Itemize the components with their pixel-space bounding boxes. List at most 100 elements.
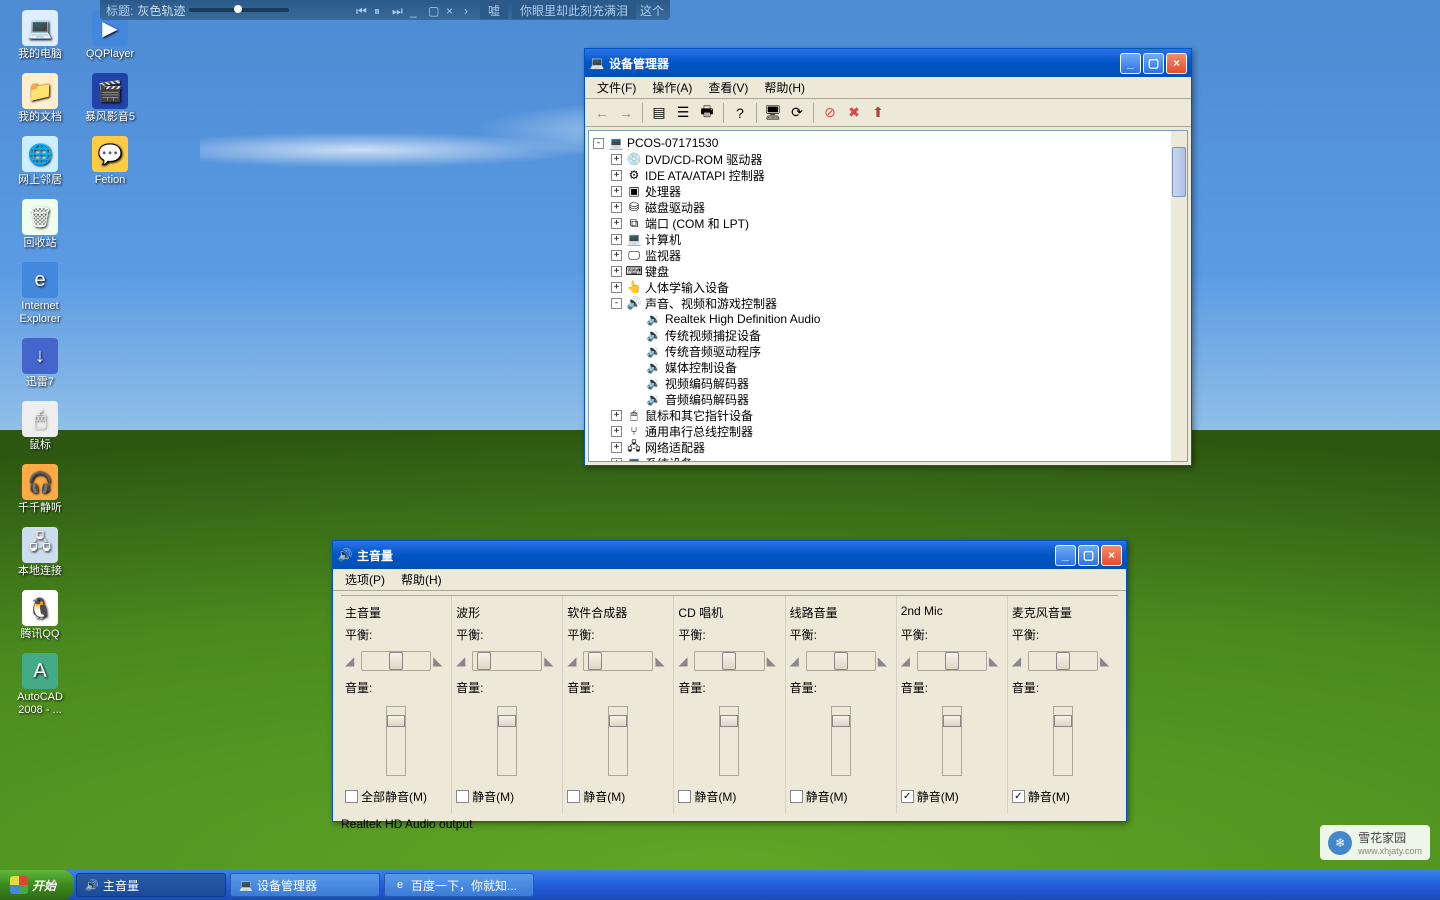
expand-icon[interactable]: + (611, 202, 622, 213)
tree-item[interactable]: +⚙IDE ATA/ATAPI 控制器 (591, 167, 1185, 183)
close-button[interactable]: × (1101, 545, 1122, 566)
balance-thumb[interactable] (722, 652, 736, 670)
volume-slider[interactable] (831, 706, 851, 776)
balance-thumb[interactable] (945, 652, 959, 670)
balance-thumb[interactable] (834, 652, 848, 670)
expand-icon[interactable]: + (611, 458, 622, 463)
tree-item[interactable]: +🖧网络适配器 (591, 439, 1185, 455)
desktop-icon-tencent-qq[interactable]: 🐧腾讯QQ (8, 590, 72, 641)
expand-icon[interactable]: + (611, 266, 622, 277)
minimize-button[interactable]: _ (1120, 53, 1141, 74)
disable-icon[interactable]: ⊘ (819, 102, 841, 124)
desktop-icon-baofeng[interactable]: 🎬暴风影音5 (78, 73, 142, 124)
tree-item[interactable]: +🖵监视器 (591, 247, 1185, 263)
expand-icon[interactable]: + (611, 250, 622, 261)
desktop-icon-my-documents[interactable]: 📁我的文档 (8, 73, 72, 124)
desktop-icon-my-computer[interactable]: 💻我的电脑 (8, 10, 72, 61)
mute-checkbox[interactable] (678, 790, 691, 803)
menu-item[interactable]: 查看(V) (700, 77, 756, 98)
tree-sound-child[interactable]: 🔉Realtek High Definition Audio (591, 311, 1185, 327)
volume-slider[interactable] (942, 706, 962, 776)
desktop-icon-network-places[interactable]: 🌐网上邻居 (8, 136, 72, 187)
scan-icon[interactable]: 🖥 (762, 102, 784, 124)
pause-icon[interactable]: ⏸ (374, 4, 386, 16)
devmgr-titlebar[interactable]: 💻 设备管理器 _ ▢ × (585, 49, 1191, 77)
tree-item[interactable]: +⧉端口 (COM 和 LPT) (591, 215, 1185, 231)
taskbar-item[interactable]: e百度一下，你就知... (384, 873, 534, 897)
mute-checkbox[interactable]: ✓ (901, 790, 914, 803)
volume-slider[interactable] (719, 706, 739, 776)
tree-item[interactable]: +💿DVD/CD-ROM 驱动器 (591, 151, 1185, 167)
desktop-icon-mouse[interactable]: 🖱鼠标 (8, 401, 72, 452)
expand-icon[interactable] (631, 362, 642, 373)
volume-thumb[interactable] (832, 715, 850, 727)
close-button[interactable]: × (1166, 53, 1187, 74)
refresh-icon[interactable]: ⟳ (786, 102, 808, 124)
desktop-icon-xunlei7[interactable]: ↓迅雷7 (8, 338, 72, 389)
properties-icon[interactable]: ☰ (672, 102, 694, 124)
minimize-icon[interactable]: _ (410, 4, 422, 16)
desktop-icon-qianqian[interactable]: 🎧千千静听 (8, 464, 72, 515)
tree-sound-child[interactable]: 🔉媒体控制设备 (591, 359, 1185, 375)
balance-slider[interactable] (694, 651, 764, 671)
maximize-button[interactable]: ▢ (1078, 545, 1099, 566)
expand-icon[interactable]: + (611, 426, 622, 437)
device-tree[interactable]: -💻PCOS-07171530+💿DVD/CD-ROM 驱动器+⚙IDE ATA… (588, 130, 1188, 462)
minimize-button[interactable]: _ (1055, 545, 1076, 566)
mute-checkbox[interactable]: ✓ (1012, 790, 1025, 803)
expand-icon[interactable]: - (611, 298, 622, 309)
balance-thumb[interactable] (477, 652, 491, 670)
expand-icon[interactable]: + (611, 234, 622, 245)
desktop-icon-fetion[interactable]: 💬Fetion (78, 136, 142, 187)
menu-item[interactable]: 帮助(H) (393, 569, 450, 590)
balance-slider[interactable] (361, 651, 431, 671)
taskbar-item[interactable]: 💻设备管理器 (230, 873, 380, 897)
tree-sound-child[interactable]: 🔉传统视频捕捉设备 (591, 327, 1185, 343)
menu-item[interactable]: 操作(A) (644, 77, 700, 98)
expand-icon[interactable] (631, 346, 642, 357)
tree-item[interactable]: +💻计算机 (591, 231, 1185, 247)
balance-slider[interactable] (917, 651, 987, 671)
taskbar-item[interactable]: 🔊主音量 (76, 873, 226, 897)
expand-icon[interactable] (631, 378, 642, 389)
close-icon[interactable]: × (446, 4, 458, 16)
desktop-icon-recycle-bin[interactable]: 🗑回收站 (8, 199, 72, 250)
scrollbar[interactable] (1171, 131, 1187, 461)
expand-icon[interactable]: + (611, 410, 622, 421)
balance-thumb[interactable] (1056, 652, 1070, 670)
desktop-icon-local-connection[interactable]: 🖧本地连接 (8, 527, 72, 578)
mute-checkbox[interactable] (567, 790, 580, 803)
tree-item[interactable]: +💻系统设备 (591, 455, 1185, 462)
desktop-icon-internet-explorer[interactable]: eInternet Explorer (8, 262, 72, 326)
volume-thumb[interactable] (387, 715, 405, 727)
update-icon[interactable]: ⬆ (867, 102, 889, 124)
help-icon[interactable]: ? (729, 102, 751, 124)
tree-sound[interactable]: -🔊声音、视频和游戏控制器 (591, 295, 1185, 311)
expand-icon[interactable]: › (464, 4, 476, 16)
maximize-button[interactable]: ▢ (1143, 53, 1164, 74)
expand-icon[interactable]: + (611, 442, 622, 453)
tree-item[interactable]: +▣处理器 (591, 183, 1185, 199)
expand-icon[interactable] (631, 330, 642, 341)
player-progress[interactable] (189, 8, 289, 12)
menu-item[interactable]: 选项(P) (337, 569, 393, 590)
tree-item[interactable]: +⑂通用串行总线控制器 (591, 423, 1185, 439)
mute-checkbox[interactable] (456, 790, 469, 803)
mute-checkbox[interactable] (345, 790, 358, 803)
volmix-titlebar[interactable]: 🔊 主音量 _ ▢ × (333, 541, 1126, 569)
expand-icon[interactable]: + (611, 154, 622, 165)
expand-icon[interactable]: - (593, 138, 604, 149)
print-icon[interactable]: 🖶 (696, 102, 718, 124)
expand-icon[interactable] (631, 394, 642, 405)
expand-icon[interactable]: + (611, 170, 622, 181)
balance-slider[interactable] (1028, 651, 1098, 671)
expand-icon[interactable] (631, 314, 642, 325)
desktop-icon-autocad[interactable]: AAutoCAD 2008 - ... (8, 653, 72, 717)
volume-slider[interactable] (497, 706, 517, 776)
view-icon[interactable]: ▤ (648, 102, 670, 124)
volume-slider[interactable] (608, 706, 628, 776)
volume-slider[interactable] (386, 706, 406, 776)
volume-thumb[interactable] (498, 715, 516, 727)
volume-slider[interactable] (1053, 706, 1073, 776)
start-button[interactable]: 开始 (0, 870, 74, 900)
